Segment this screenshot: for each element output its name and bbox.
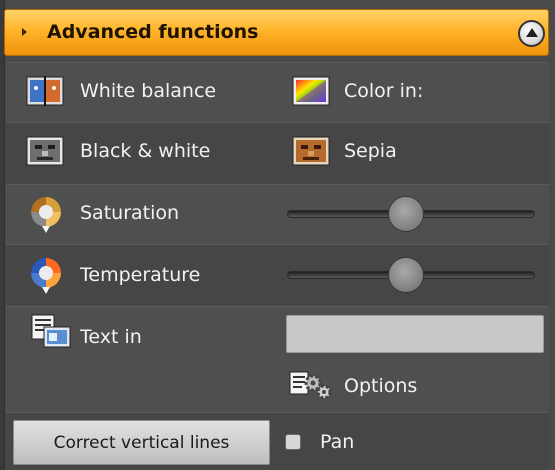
options-label[interactable]: Options <box>344 375 417 397</box>
temperature-icon <box>28 256 64 296</box>
saturation-icon <box>28 196 64 234</box>
black-white-label[interactable]: Black & white <box>80 140 210 162</box>
saturation-slider-thumb[interactable] <box>388 196 425 232</box>
options-gear-icon[interactable] <box>288 370 336 404</box>
expand-triangle-icon <box>22 28 27 36</box>
white-balance-label[interactable]: White balance <box>80 80 216 102</box>
correct-vertical-lines-button[interactable]: Correct vertical lines <box>13 420 270 465</box>
pan-checkbox[interactable] <box>285 434 301 450</box>
white-balance-icon[interactable] <box>26 76 64 106</box>
saturation-label: Saturation <box>80 202 180 224</box>
panel-header[interactable]: Advanced functions <box>4 9 549 56</box>
black-white-icon[interactable] <box>26 136 64 166</box>
panel-title: Advanced functions <box>47 21 259 43</box>
color-in-icon[interactable] <box>292 76 330 106</box>
collapse-up-icon[interactable] <box>518 20 545 47</box>
temperature-slider-thumb[interactable] <box>388 257 425 293</box>
temperature-label: Temperature <box>80 264 201 286</box>
text-in-icon <box>30 313 72 351</box>
text-in-label: Text in <box>80 326 142 348</box>
sepia-label[interactable]: Sepia <box>344 140 397 162</box>
color-in-label[interactable]: Color in: <box>344 80 423 102</box>
pan-label[interactable]: Pan <box>320 431 354 453</box>
text-in-field[interactable] <box>286 315 544 353</box>
sepia-icon[interactable] <box>292 136 330 166</box>
